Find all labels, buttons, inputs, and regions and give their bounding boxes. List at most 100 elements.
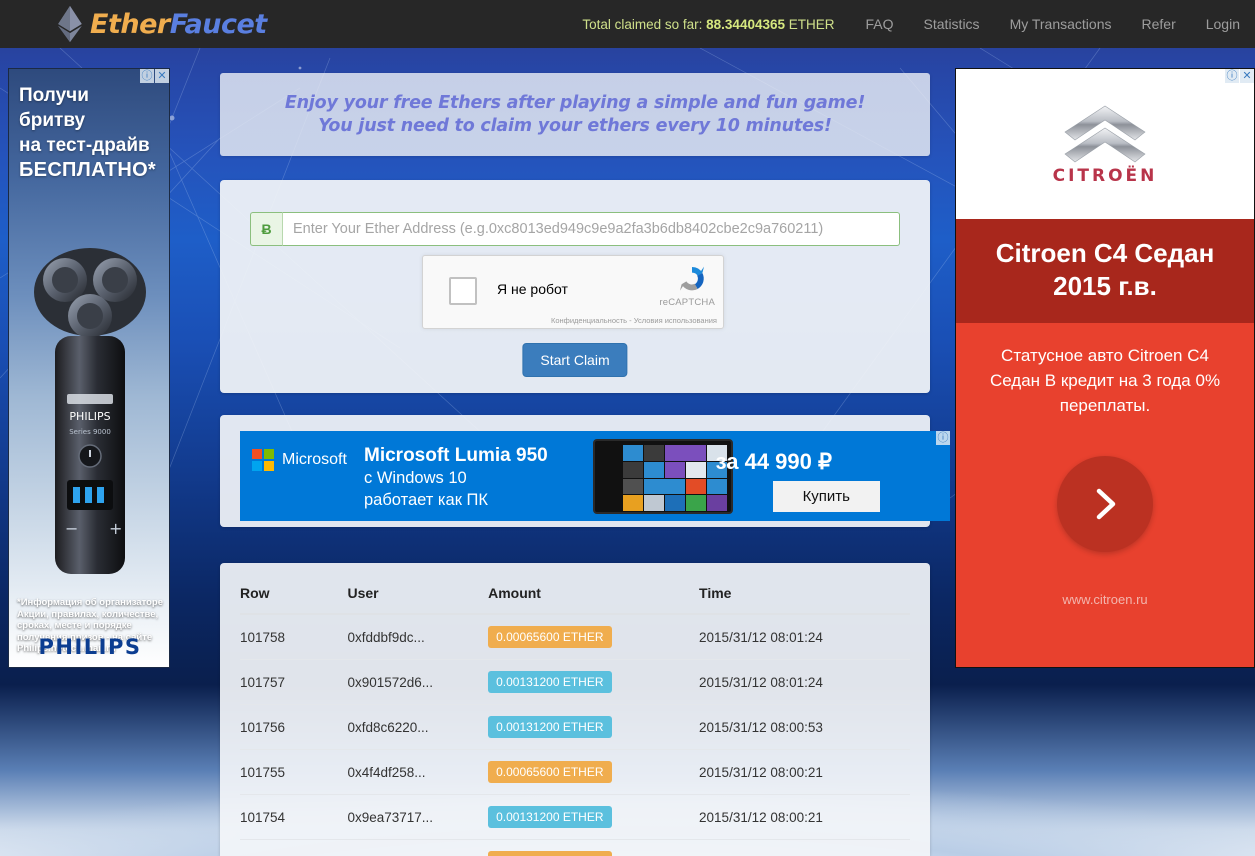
brand-text: EtherFaucet [90,9,267,40]
amount-badge: 0.00065600 ETHER [488,626,612,648]
cell-amount: 0.00065600 ETHER [488,839,700,856]
cell-row: 101753 [240,839,348,856]
microsoft-ad-card: ⓘ Microsoft Microsoft Lumia 950 с Window… [220,415,950,527]
cell-user: 0x901572d6... [347,659,489,705]
chevron-right-icon [1096,488,1116,520]
currency-prefix-icon: Ƀ [250,212,283,246]
hero-line-2: You just need to claim your ethers every… [318,115,832,136]
right-ad-cta-button[interactable] [1057,456,1153,552]
total-claimed-suffix: ETHER [788,16,835,32]
right-ad-badge: ⓘ ✕ [1225,69,1254,83]
table-header-row: Row User Amount Time [240,585,910,615]
nav-item-my-transactions[interactable]: My Transactions [995,0,1127,48]
philips-logo: PHILIPS [38,635,142,659]
recaptcha-widget[interactable]: Я не робот reCAPTCHA Конфиденциальность … [422,255,724,329]
nav-item-statistics[interactable]: Statistics [909,0,995,48]
table-row: 101755 0x4f4df258... 0.00065600 ETHER 2015/… [240,749,910,795]
svg-text:−: − [65,519,78,538]
table-row: 101756 0xfd8c6220... 0.00131200 ETHER 2015/… [240,704,910,750]
cell-user: 0x683fedda... [347,839,489,856]
claim-card: Ƀ Я не робот reCAPTCHA Конфиденциальност… [220,180,930,393]
ad-info-icon[interactable]: ⓘ [936,431,950,445]
microsoft-ad-banner[interactable]: ⓘ Microsoft Microsoft Lumia 950 с Window… [240,431,950,521]
table-row: 101754 0x9ea73717... 0.00131200 ETHER 2015/… [240,794,910,840]
cell-user: 0xfd8c6220... [347,704,489,750]
microsoft-ad-line-3: работает как ПК [364,491,488,509]
table-row: 1017530x683fedda...0.00065600 ETHER 2015/… [240,839,910,856]
table-body: 101758 0xfddbf9dc... 0.00065600 ETHER 2015/… [240,614,910,856]
citroen-logo-area: CITROËN [956,69,1254,219]
microsoft-ad-copy: Microsoft Lumia 950 с Windows 10 работае… [364,445,548,511]
nav-item-faq[interactable]: FAQ [851,0,909,48]
table-row: 101757 0x901572d6... 0.00131200 ETHER 2015/… [240,659,910,705]
recaptcha-terms: Конфиденциальность - Условия использован… [551,316,717,325]
amount-badge: 0.00131200 ETHER [488,716,612,738]
microsoft-ad-buy-button[interactable]: Купить [772,481,880,512]
brand-faucet: Faucet [169,8,268,40]
nav-item-refer[interactable]: Refer [1127,0,1191,48]
cell-row: 101754 [240,794,348,840]
cell-user: 0x4f4df258... [347,749,489,795]
amount-badge: 0.00065600 ETHER [488,851,612,856]
amount-badge: 0.00131200 ETHER [488,671,612,693]
brand-logo[interactable]: EtherFaucet [55,4,267,44]
ad-info-icon[interactable]: ⓘ [140,69,154,83]
ad-close-icon[interactable]: ✕ [155,69,169,83]
ad-close-icon[interactable]: ✕ [1240,69,1254,83]
total-claimed-prefix: Total claimed so far: [582,16,703,32]
left-ad-headline-line-2: бритву [19,110,86,131]
nav-item-login[interactable]: Login [1191,0,1255,48]
top-navbar: EtherFaucet Total claimed so far: 88.344… [0,0,1255,48]
ethereum-diamond-icon [58,5,82,43]
microsoft-ad-line-1: Microsoft Lumia 950 [364,445,548,466]
recaptcha-separator: - [627,316,634,325]
cell-amount: 0.00131200 ETHER [488,659,700,705]
cell-row: 101755 [240,749,348,795]
amount-badge: 0.00131200 ETHER [488,806,612,828]
total-claimed-status: Total claimed so far: 88.34404365 ETHER [566,17,850,32]
cell-amount: 0.00131200 ETHER [488,794,700,840]
cell-row: 101758 [240,614,348,660]
right-ad-title: Citroen C4 Седан 2015 г.в. [956,219,1254,323]
citroen-chevrons-icon [1064,105,1146,163]
left-ad-headline-line-1: Получи [19,85,89,106]
hero-line-1: Enjoy your free Ethers after playing a s… [284,92,866,113]
svg-text:+: + [109,519,122,538]
left-ad-headline: Получи бритву на тест-драйв БЕСПЛАТНО* [9,69,169,183]
recaptcha-brand: reCAPTCHA [659,297,715,308]
table-head: Row User Amount Time [240,585,910,615]
phone-tiles [623,445,727,511]
left-ad-headline-line-4: БЕСПЛАТНО* [19,159,157,181]
column-header-user: User [347,585,489,615]
nav-right-group: Total claimed so far: 88.34404365 ETHER … [566,0,1255,48]
microsoft-ad-price: за 44 990 ₽ [715,449,832,474]
recaptcha-checkbox[interactable] [449,277,477,305]
cell-amount: 0.00065600 ETHER [488,614,700,660]
left-advertisement[interactable]: ⓘ ✕ Получи бритву на тест-драйв БЕСПЛАТН… [8,68,170,668]
right-advertisement[interactable]: ⓘ ✕ CITROËN Citroen C4 Седан 2015 г.в. С… [955,68,1255,668]
left-ad-headline-line-3: на тест-драйв [19,135,150,156]
cell-row: 101756 [240,704,348,750]
column-header-time: Time [699,585,910,615]
microsoft-wordmark: Microsoft [282,451,347,468]
microsoft-ad-badge: ⓘ [936,431,950,445]
cell-user: 0x9ea73717... [347,794,489,840]
ad-info-icon[interactable]: ⓘ [1225,69,1239,83]
amount-badge: 0.00065600 ETHER [488,761,612,783]
cell-time: 2015/31/12 08:00:21 [699,749,910,795]
cell-time: 2015/31/12 08:00:21 [699,794,910,840]
start-claim-button[interactable]: Start Claim [522,343,628,377]
microsoft-ad-line-2: с Windows 10 [364,469,467,487]
transactions-table: Row User Amount Time 101758 0xfddbf9dc...… [240,585,910,856]
right-ad-url: www.citroen.ru [1062,592,1148,607]
cell-user: 0xfddbf9dc... [347,614,489,660]
recaptcha-privacy-link[interactable]: Конфиденциальность [551,316,627,325]
svg-text:Series 9000: Series 9000 [69,428,111,436]
recaptcha-terms-link[interactable]: Условия использования [634,316,717,325]
cell-amount: 0.00131200 ETHER [488,704,700,750]
ether-address-input[interactable] [283,212,900,246]
cell-row: 101757 [240,659,348,705]
column-header-amount: Amount [488,585,700,615]
address-input-group: Ƀ [250,212,900,246]
hero-text: Enjoy your free Ethers after playing a s… [285,92,865,138]
